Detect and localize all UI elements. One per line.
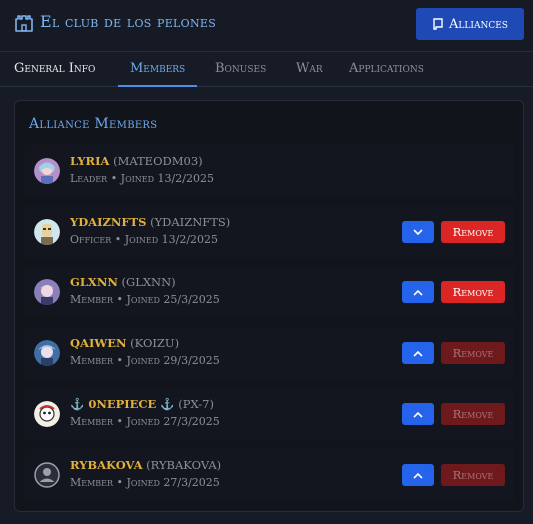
chevron-up-icon	[413, 350, 423, 357]
member-handle: (KOIZU)	[130, 336, 180, 350]
default-user-avatar	[34, 462, 60, 488]
members-panel: Alliance Members LYRIA (MATEODM03) Leade…	[14, 100, 524, 512]
panel-title: Alliance Members	[29, 116, 158, 132]
remove-button[interactable]: Remove	[441, 403, 505, 425]
alliances-label: Alliances	[449, 16, 508, 32]
member-row: LYRIA (MATEODM03) Leader • Joined 13/2/2…	[25, 145, 514, 197]
member-meta: Member • Joined 27/3/2025	[70, 415, 220, 428]
member-name-line: ⚓ 0NEPIECE ⚓ (PX-7)	[70, 397, 214, 411]
member-row: YDAIZNFTS (YDAIZNFTS) Officer • Joined 1…	[25, 206, 514, 258]
member-name-line: YDAIZNFTS (YDAIZNFTS)	[70, 215, 230, 229]
alliances-button[interactable]: Alliances	[416, 8, 524, 40]
demote-button[interactable]	[402, 221, 434, 243]
member-name: LYRIA	[70, 154, 110, 168]
member-row: ⚓ 0NEPIECE ⚓ (PX-7) Member • Joined 27/3…	[25, 388, 514, 440]
member-name-line: GLXNN (GLXNN)	[70, 275, 176, 289]
chevron-down-icon	[413, 228, 423, 235]
member-meta: Officer • Joined 13/2/2025	[70, 233, 219, 246]
remove-button[interactable]: Remove	[441, 281, 505, 303]
scroll-icon	[433, 18, 443, 30]
member-name-line: LYRIA (MATEODM03)	[70, 154, 203, 168]
member-meta: Member • Joined 29/3/2025	[70, 354, 220, 367]
chevron-up-icon	[413, 472, 423, 479]
tab-general-info[interactable]: General Info	[14, 52, 95, 86]
member-handle: (YDAIZNFTS)	[150, 215, 231, 229]
chevron-up-icon	[413, 289, 423, 296]
castle-icon	[15, 15, 33, 32]
robot-avatar	[34, 219, 60, 245]
pirate-avatar	[34, 401, 60, 427]
promote-button[interactable]	[402, 464, 434, 486]
member-name: ⚓ 0NEPIECE ⚓	[70, 397, 175, 411]
member-handle: (MATEODM03)	[113, 154, 203, 168]
chevron-up-icon	[413, 411, 423, 418]
member-name: RYBAKOVA	[70, 458, 143, 472]
tab-members[interactable]: Members	[117, 52, 198, 87]
member-name-line: RYBAKOVA (RYBAKOVA)	[70, 458, 221, 472]
remove-button[interactable]: Remove	[441, 221, 505, 243]
member-name-line: QAIWEN (KOIZU)	[70, 336, 179, 350]
member-row: QAIWEN (KOIZU) Member • Joined 29/3/2025…	[25, 327, 514, 379]
member-name: QAIWEN	[70, 336, 127, 350]
member-row: RYBAKOVA (RYBAKOVA) Member • Joined 27/3…	[25, 449, 514, 501]
anime-avatar	[34, 279, 60, 305]
member-handle: (RYBAKOVA)	[146, 458, 222, 472]
tab-war[interactable]: War	[296, 52, 323, 86]
tab-bonuses[interactable]: Bonuses	[215, 52, 266, 86]
member-name: YDAIZNFTS	[70, 215, 147, 229]
member-handle: (GLXNN)	[121, 275, 176, 289]
member-row: GLXNN (GLXNN) Member • Joined 25/3/2025 …	[25, 266, 514, 318]
member-name: GLXNN	[70, 275, 118, 289]
remove-button[interactable]: Remove	[441, 342, 505, 364]
club-title: El club de los pelones	[40, 12, 217, 31]
promote-button[interactable]	[402, 403, 434, 425]
member-meta: Member • Joined 25/3/2025	[70, 293, 220, 306]
promote-button[interactable]	[402, 342, 434, 364]
tab-applications[interactable]: Applications	[349, 52, 424, 86]
member-meta: Member • Joined 27/3/2025	[70, 476, 220, 489]
anime-avatar	[34, 158, 60, 184]
anime-avatar	[34, 340, 60, 366]
member-handle: (PX-7)	[178, 397, 214, 411]
tab-bar: General Info Members Bonuses War Applica…	[0, 52, 533, 87]
promote-button[interactable]	[402, 281, 434, 303]
header: El club de los pelones Alliances	[0, 0, 533, 52]
remove-button[interactable]: Remove	[441, 464, 505, 486]
member-meta: Leader • Joined 13/2/2025	[70, 172, 214, 185]
